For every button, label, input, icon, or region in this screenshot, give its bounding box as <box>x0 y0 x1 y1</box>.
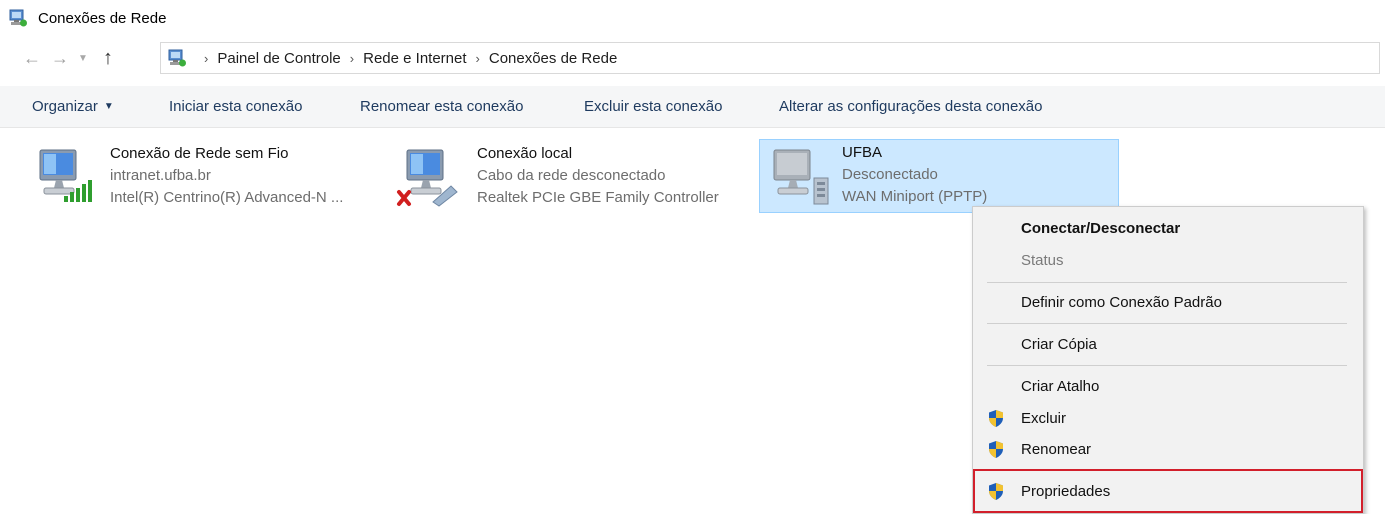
menu-item-properties[interactable]: Propriedades <box>973 476 1363 506</box>
connection-device: Realtek PCIe GBE Family Controller <box>477 189 719 206</box>
menu-item-create-copy[interactable]: Criar Cópia <box>973 329 1363 359</box>
breadcrumb-painel-de-controle[interactable]: Painel de Controle <box>217 50 340 67</box>
forward-button[interactable]: → <box>46 44 74 72</box>
connection-text: Conexão de Rede sem Fio intranet.ufba.br… <box>110 142 343 209</box>
change-settings-button[interactable]: Alterar as configurações desta conexão <box>779 98 1043 115</box>
chevron-down-icon: ▼ <box>78 52 88 64</box>
arrow-right-icon: → <box>51 47 69 68</box>
breadcrumb-conexoes-de-rede[interactable]: Conexões de Rede <box>489 50 617 67</box>
menu-item-create-shortcut[interactable]: Criar Atalho <box>973 371 1363 401</box>
back-button[interactable]: ← <box>18 44 46 72</box>
menu-item-label: Excluir <box>1021 409 1067 427</box>
connection-text: Conexão local Cabo da rede desconectado … <box>477 142 719 209</box>
connection-status: Desconectado <box>842 166 938 183</box>
connection-device: WAN Miniport (PPTP) <box>842 188 988 205</box>
window-title: Conexões de Rede <box>38 9 167 27</box>
menu-item-label: Propriedades <box>1021 482 1111 500</box>
recent-locations-button[interactable]: ▼ <box>74 44 92 72</box>
breadcrumb-separator-icon[interactable]: › <box>476 51 480 66</box>
menu-item-set-default[interactable]: Definir como Conexão Padrão <box>973 287 1363 317</box>
wireless-network-icon <box>39 149 92 202</box>
network-connections-icon <box>168 49 186 67</box>
menu-item-rename[interactable]: Renomear <box>973 434 1363 464</box>
menu-item-label: Renomear <box>1021 440 1092 458</box>
uac-shield-icon <box>989 410 1003 427</box>
organize-label: Organizar <box>32 98 98 115</box>
menu-separator <box>987 323 1347 324</box>
connection-name: Conexão de Rede sem Fio <box>110 145 289 162</box>
connection-status: Cabo da rede desconectado <box>477 167 666 184</box>
command-bar: Organizar ▼ Iniciar esta conexão Renomear… <box>0 86 1385 128</box>
connection-device: Intel(R) Centrino(R) Advanced-N ... <box>110 189 344 206</box>
start-connection-button[interactable]: Iniciar esta conexão <box>169 98 302 115</box>
vpn-connection-icon <box>773 149 829 205</box>
ethernet-disconnected-icon <box>397 149 458 207</box>
menu-item-connect-disconnect[interactable]: Conectar/Desconectar <box>973 213 1363 243</box>
menu-separator <box>987 365 1347 366</box>
arrow-up-icon: ↑ <box>103 46 113 69</box>
navigation-bar: ← → ▼ ↑ › Painel de Controle › Rede e In… <box>0 40 1385 76</box>
connection-name: UFBA <box>842 144 883 161</box>
rename-connection-button[interactable]: Renomear esta conexão <box>360 98 523 115</box>
connection-status: intranet.ufba.br <box>110 167 211 184</box>
uac-shield-icon <box>989 483 1003 500</box>
up-button[interactable]: ↑ <box>94 44 122 72</box>
caret-down-icon: ▼ <box>103 101 114 112</box>
connection-item-local[interactable]: Conexão local Cabo da rede desconectado … <box>385 140 755 212</box>
breadcrumb-separator-icon[interactable]: › <box>350 51 354 66</box>
address-bar[interactable]: › Painel de Controle › Rede e Internet ›… <box>160 42 1380 74</box>
connection-name: Conexão local <box>477 145 573 162</box>
context-menu: Conectar/Desconectar Status Definir como… <box>972 206 1364 514</box>
breadcrumb-rede-e-internet[interactable]: Rede e Internet <box>363 50 466 67</box>
delete-connection-button[interactable]: Excluir esta conexão <box>584 98 722 115</box>
arrow-left-icon: ← <box>23 47 41 68</box>
connection-item-wireless[interactable]: Conexão de Rede sem Fio intranet.ufba.br… <box>18 140 388 212</box>
menu-item-delete[interactable]: Excluir <box>973 403 1363 433</box>
menu-item-status[interactable]: Status <box>973 245 1363 275</box>
connection-text: UFBA Desconectado WAN Miniport (PPTP) <box>842 141 987 208</box>
network-connections-icon <box>9 9 27 27</box>
uac-shield-icon <box>989 441 1003 458</box>
title-bar: Conexões de Rede <box>0 0 1385 36</box>
organize-button[interactable]: Organizar ▼ <box>32 98 114 115</box>
connection-item-ufba[interactable]: UFBA Desconectado WAN Miniport (PPTP) <box>759 139 1119 213</box>
breadcrumb-separator-icon[interactable]: › <box>204 51 208 66</box>
menu-separator <box>987 282 1347 283</box>
